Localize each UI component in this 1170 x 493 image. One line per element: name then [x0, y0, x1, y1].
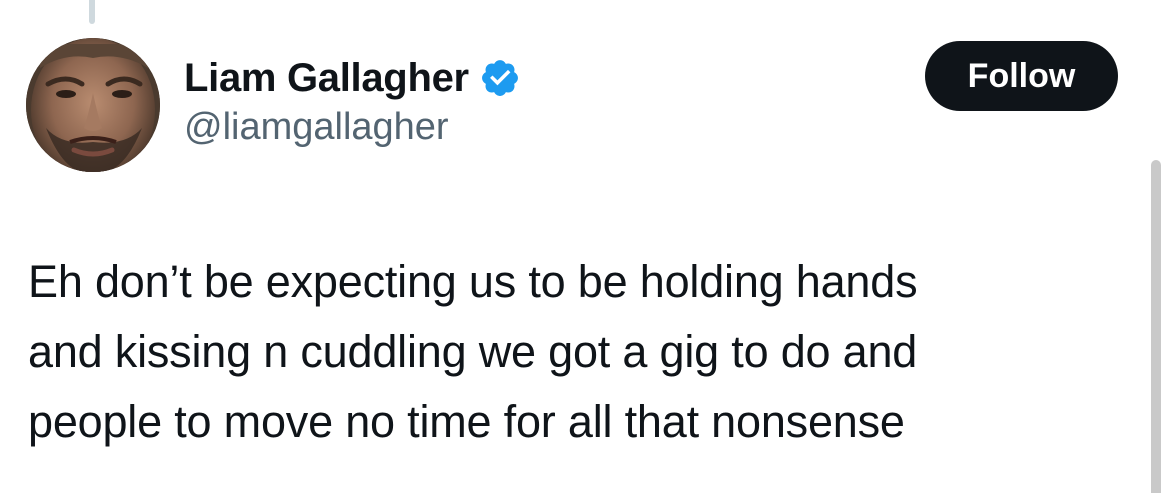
- tweet-card: Liam Gallagher @liamgallagher Follow Eh …: [0, 0, 1170, 493]
- author-display-name[interactable]: Liam Gallagher: [184, 56, 469, 101]
- tweet-text-line: people to move no time for all that nons…: [28, 396, 905, 447]
- tweet-text-line: Eh don’t be expecting us to be holding h…: [28, 256, 918, 307]
- tweet-text-line: and kissing n cuddling we got a gig to d…: [28, 326, 918, 377]
- tweet-text: Eh don’t be expecting us to be holding h…: [28, 247, 1118, 457]
- author-handle[interactable]: @liamgallagher: [184, 106, 449, 149]
- avatar[interactable]: [26, 38, 160, 172]
- author-name-row: Liam Gallagher: [184, 50, 521, 106]
- verified-badge-icon[interactable]: [479, 57, 521, 99]
- follow-button[interactable]: Follow: [925, 41, 1118, 111]
- scrollbar[interactable]: [1151, 160, 1161, 493]
- thread-connector-line: [89, 0, 95, 24]
- avatar-photo: [26, 38, 160, 172]
